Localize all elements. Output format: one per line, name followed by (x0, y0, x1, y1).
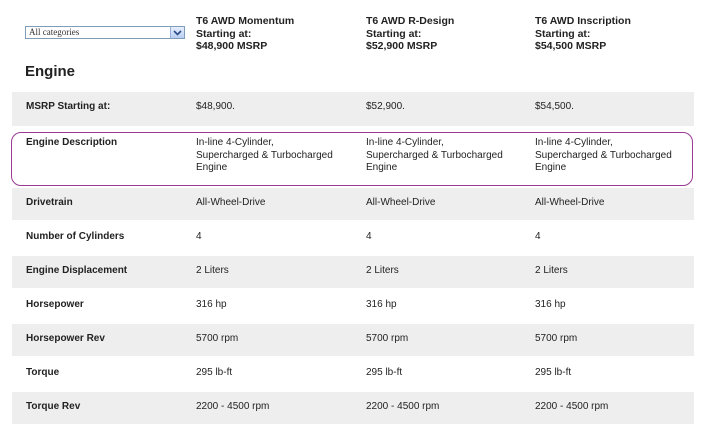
row-value: 2 Liters (196, 265, 229, 276)
row-label: Drivetrain (26, 197, 73, 208)
row-label: Torque (26, 367, 60, 378)
model-header-inscription: T6 AWD Inscription Starting at: $54,500 … (535, 15, 631, 53)
row-value: 2200 - 4500 rpm (535, 401, 609, 412)
chevron-down-icon[interactable] (170, 27, 184, 38)
row-value: $48,900. (196, 101, 235, 112)
row-value: 2 Liters (535, 265, 568, 276)
starting-at-label: Starting at: (196, 27, 252, 40)
table-row: Horsepower Rev 5700 rpm 5700 rpm 5700 rpm (12, 324, 694, 356)
table-row: Number of Cylinders 4 4 4 (12, 222, 694, 254)
model-price: $52,900 MSRP (366, 40, 438, 52)
row-value: 5700 rpm (366, 333, 409, 344)
row-label: Torque Rev (26, 401, 81, 412)
row-value: 4 (366, 231, 372, 242)
model-name: T6 AWD Momentum (196, 15, 295, 27)
row-value: $52,900. (366, 101, 405, 112)
row-value: 2200 - 4500 rpm (366, 401, 440, 412)
row-label: Horsepower Rev (26, 333, 105, 344)
table-row: Horsepower 316 hp 316 hp 316 hp (12, 290, 694, 322)
row-label: Engine Displacement (26, 265, 128, 276)
row-value: 316 hp (366, 299, 397, 310)
starting-at-label: Starting at: (535, 27, 591, 40)
row-value: $54,500. (535, 101, 574, 112)
row-value: 316 hp (535, 299, 566, 310)
row-value: 4 (196, 231, 202, 242)
row-value: 295 lb-ft (535, 367, 572, 378)
row-value: All-Wheel-Drive (535, 197, 605, 208)
table-row: Engine Displacement 2 Liters 2 Liters 2 Lit… (12, 256, 694, 288)
table-row: Drivetrain All-Wheel-Drive All-Wheel-Drive… (12, 188, 694, 220)
table-row: MSRP Starting at: $48,900. $52,900. $54,500… (12, 92, 694, 126)
table-row: Torque Rev 2200 - 4500 rpm 2200 - 4500 rpm… (12, 392, 694, 424)
row-value: 2 Liters (366, 265, 399, 276)
model-price: $48,900 MSRP (196, 40, 268, 52)
row-value: 2200 - 4500 rpm (196, 401, 270, 412)
row-value: 5700 rpm (535, 333, 578, 344)
row-value: 295 lb-ft (366, 367, 403, 378)
model-name: T6 AWD Inscription (535, 15, 631, 27)
row-value: 295 lb-ft (196, 367, 233, 378)
category-select[interactable]: All categories (25, 26, 185, 39)
row-label: MSRP Starting at: (26, 101, 111, 112)
row-label: Number of Cylinders (26, 231, 125, 242)
table-row: Torque 295 lb-ft 295 lb-ft 295 lb-ft (12, 358, 694, 390)
row-value: 5700 rpm (196, 333, 239, 344)
category-select-value: All categories (29, 27, 80, 37)
row-value: 316 hp (196, 299, 227, 310)
model-name: T6 AWD R-Design (366, 15, 455, 27)
starting-at-label: Starting at: (366, 27, 422, 40)
row-value: All-Wheel-Drive (196, 197, 266, 208)
row-label: Horsepower (26, 299, 84, 310)
row-highlight (11, 132, 693, 186)
row-value: All-Wheel-Drive (366, 197, 436, 208)
model-price: $54,500 MSRP (535, 40, 607, 52)
section-title: Engine (25, 63, 76, 80)
model-header-momentum: T6 AWD Momentum Starting at: $48,900 MSR… (196, 15, 294, 53)
row-value: 4 (535, 231, 541, 242)
model-header-r-design: T6 AWD R-Design Starting at: $52,900 MSR… (366, 15, 454, 53)
